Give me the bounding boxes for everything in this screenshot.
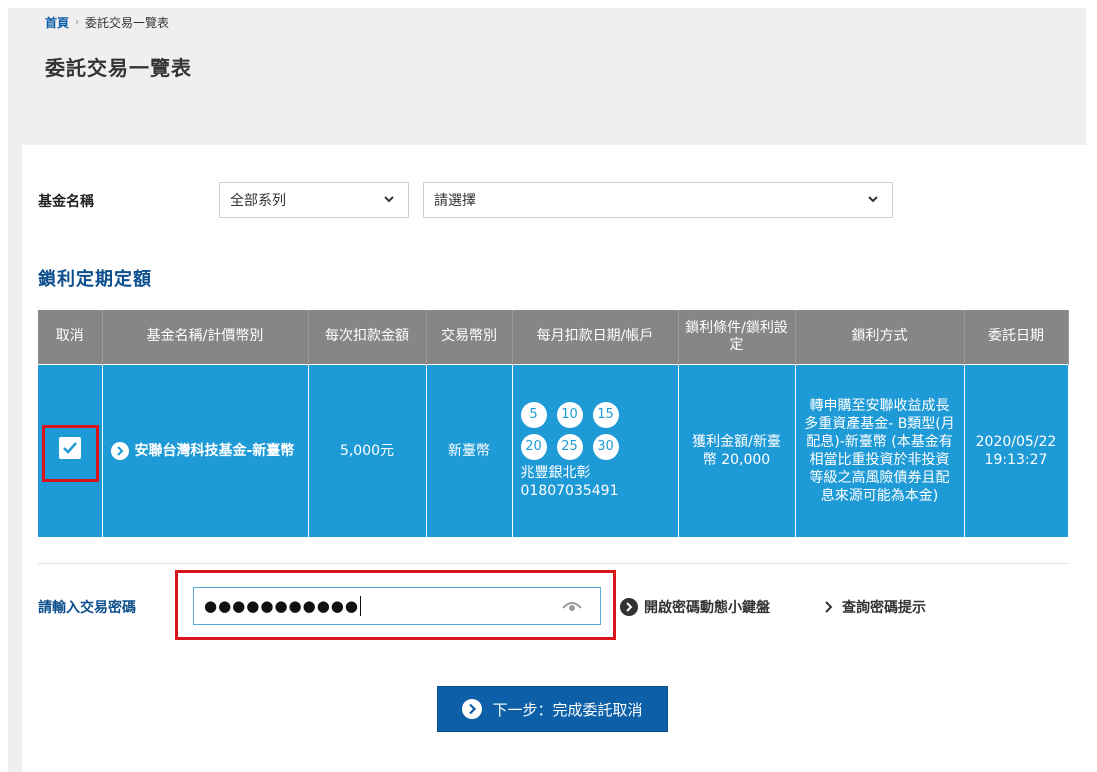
fund-select-value: 請選擇	[434, 193, 476, 209]
password-hint-label: 查詢密碼提示	[842, 600, 926, 616]
amount-cell: 5,000元	[308, 363, 427, 537]
highlight-box-password	[175, 570, 616, 640]
deduction-days: 5 10 15 20 25 30	[520, 401, 670, 460]
day-badge: 20	[520, 433, 547, 460]
day-badge: 30	[592, 433, 619, 460]
section-title: 鎖利定期定額	[38, 269, 152, 290]
lock-method-cell: 轉申購至安聯收益成長多重資產基金- B類型(月配息)-新臺幣 (本基金有相當比重…	[795, 363, 965, 537]
chevron-right-circle-icon[interactable]	[110, 441, 129, 460]
order-date-cell: 2020/05/22 19:13:27	[964, 363, 1069, 537]
table-header-row: 取消 基金名稱/計價幣別 每次扣款金額 交易幣別 每月扣款日期/帳戶 鎖利條件/…	[38, 310, 1069, 364]
fund-cell: 安聯台灣科技基金-新臺幣	[102, 363, 309, 537]
fund-name-link[interactable]: 安聯台灣科技基金-新臺幣	[135, 442, 295, 460]
col-header-fund: 基金名稱/計價幣別	[102, 310, 309, 364]
next-step-label: 下一步：完成委託取消	[492, 700, 643, 719]
password-label: 請輸入交易密碼	[38, 600, 136, 616]
chevron-right-icon	[825, 601, 833, 613]
lock-condition-cell: 獲利金額/新臺幣 20,000	[678, 363, 796, 537]
day-badge: 15	[592, 401, 619, 428]
fund-name-label: 基金名稱	[38, 194, 94, 210]
account-number: 01807035491	[520, 482, 619, 499]
chevron-down-icon	[384, 196, 394, 203]
currency-cell: 新臺幣	[426, 363, 513, 537]
dynamic-keyboard-label: 開啟密碼動態小鍵盤	[644, 600, 770, 616]
breadcrumb-home-link[interactable]: 首頁	[45, 14, 69, 31]
day-badge: 25	[556, 433, 583, 460]
col-header-cancel: 取消	[38, 310, 103, 364]
col-header-lock-condition: 鎖利條件/鎖利設定	[678, 310, 796, 364]
dynamic-keyboard-link[interactable]: 開啟密碼動態小鍵盤	[620, 597, 770, 617]
highlight-box-checkbox	[42, 425, 99, 482]
dates-cell: 5 10 15 20 25 30 兆豐銀北彰 01807035491	[512, 363, 679, 537]
col-header-currency: 交易幣別	[426, 310, 513, 364]
fund-select[interactable]: 請選擇	[423, 182, 893, 218]
day-badge: 5	[520, 401, 547, 428]
breadcrumb-current: 委託交易一覽表	[85, 16, 170, 30]
order-table: 取消 基金名稱/計價幣別 每次扣款金額 交易幣別 每月扣款日期/帳戶 鎖利條件/…	[38, 310, 1069, 537]
col-header-date: 委託日期	[964, 310, 1069, 364]
order-date: 2020/05/22	[975, 433, 1057, 450]
chevron-right-circle-icon	[620, 598, 638, 616]
chevron-right-circle-icon	[462, 699, 483, 719]
bank-name: 兆豐銀北彰	[520, 464, 591, 481]
col-header-amount: 每次扣款金額	[308, 310, 427, 364]
next-step-button[interactable]: 下一步：完成委託取消	[437, 686, 668, 732]
series-select-value: 全部系列	[230, 193, 286, 209]
series-select[interactable]: 全部系列	[219, 182, 409, 218]
breadcrumb-separator-icon: ›	[75, 17, 80, 28]
order-time: 19:13:27	[984, 451, 1048, 468]
page-title: 委託交易一覽表	[45, 56, 192, 80]
password-hint-link[interactable]: 查詢密碼提示	[824, 597, 926, 617]
divider	[38, 563, 1068, 564]
chevron-down-icon	[868, 196, 878, 203]
col-header-lock-method: 鎖利方式	[795, 310, 965, 364]
table-row: 安聯台灣科技基金-新臺幣 5,000元 新臺幣 5 10 15 20 25 30…	[38, 363, 1069, 537]
col-header-dates: 每月扣款日期/帳戶	[512, 310, 679, 364]
breadcrumb: 首頁 › 委託交易一覽表	[45, 14, 169, 31]
day-badge: 10	[556, 401, 583, 428]
